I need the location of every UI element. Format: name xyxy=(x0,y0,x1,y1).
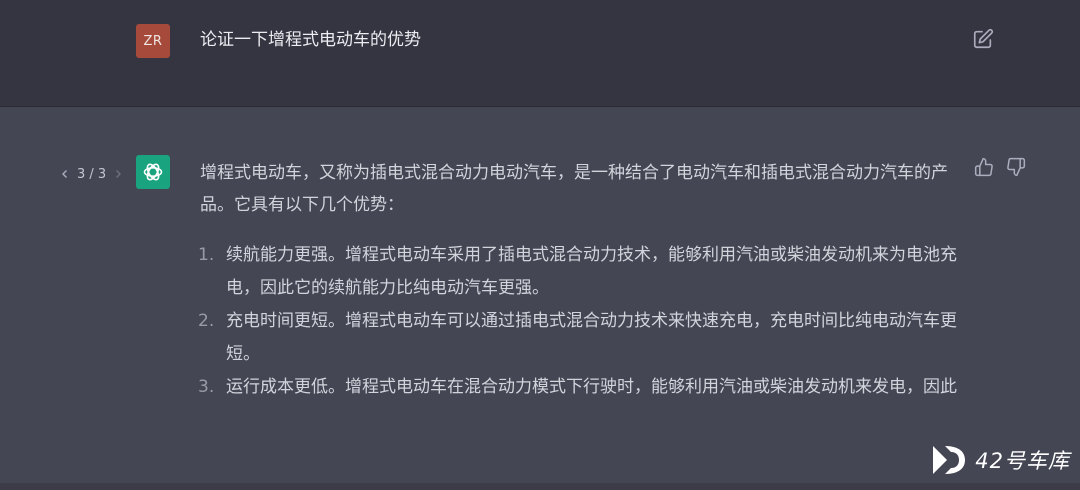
response-counter: 3 / 3 xyxy=(77,166,107,182)
assistant-message-text: 增程式电动车，又称为插电式混合动力电动汽车，是一种结合了电动汽车和插电式混合动力… xyxy=(198,157,960,404)
chat-page: ZR 论证一下增程式电动车的优势 3 / 3 增程式电动车，又称为插电式混合动力… xyxy=(0,0,1080,490)
list-item: 1. 续航能力更强。增程式电动车采用了插电式混合动力技术，能够利用汽油或柴油发动… xyxy=(198,239,960,305)
thumbs-up-button[interactable] xyxy=(974,157,994,177)
watermark: 42号车库 xyxy=(929,442,1070,478)
openai-logo-icon xyxy=(143,163,163,181)
user-avatar-initials: ZR xyxy=(143,33,163,49)
next-response-button[interactable] xyxy=(111,167,125,181)
list-item: 3. 运行成本更低。增程式电动车在混合动力模式下行驶时，能够利用汽油或柴油发动机… xyxy=(198,371,960,404)
list-item-text: 运行成本更低。增程式电动车在混合动力模式下行驶时，能够利用汽油或柴油发动机来发电… xyxy=(226,377,957,397)
list-item-text: 续航能力更强。增程式电动车采用了插电式混合动力技术，能够利用汽油或柴油发动机来为… xyxy=(226,245,957,298)
user-avatar: ZR xyxy=(136,24,170,58)
list-item: 2. 充电时间更短。增程式电动车可以通过插电式混合动力技术来快速充电，充电时间比… xyxy=(198,305,960,371)
response-pager: 3 / 3 xyxy=(58,163,125,185)
user-message-row: ZR 论证一下增程式电动车的优势 xyxy=(0,0,1080,107)
assistant-avatar xyxy=(136,155,170,189)
assistant-message-row: 3 / 3 增程式电动车，又称为插电式混合动力电动汽车，是一种结合了电动汽车和插… xyxy=(0,107,1080,490)
answer-intro: 增程式电动车，又称为插电式混合动力电动汽车，是一种结合了电动汽车和插电式混合动力… xyxy=(200,163,948,215)
chevron-right-icon xyxy=(116,170,122,178)
user-message-text: 论证一下增程式电动车的优势 xyxy=(200,30,421,50)
advantages-list: 1. 续航能力更强。增程式电动车采用了插电式混合动力技术，能够利用汽油或柴油发动… xyxy=(198,239,960,404)
thumbs-down-button[interactable] xyxy=(1006,157,1026,177)
watermark-logo-icon xyxy=(933,446,966,474)
bottom-divider xyxy=(0,483,1080,490)
list-item-text: 充电时间更短。增程式电动车可以通过插电式混合动力技术来快速充电，充电时间比纯电动… xyxy=(226,311,957,364)
edit-icon[interactable] xyxy=(972,28,994,50)
list-item-number: 1. xyxy=(198,245,215,265)
watermark-text: 42号车库 xyxy=(975,449,1070,473)
previous-response-button[interactable] xyxy=(58,167,72,181)
list-item-number: 2. xyxy=(198,311,215,331)
list-item-number: 3. xyxy=(198,377,215,397)
chevron-left-icon xyxy=(62,170,67,178)
thumbs-down-icon xyxy=(1007,157,1026,177)
thumbs-up-icon xyxy=(974,157,993,177)
